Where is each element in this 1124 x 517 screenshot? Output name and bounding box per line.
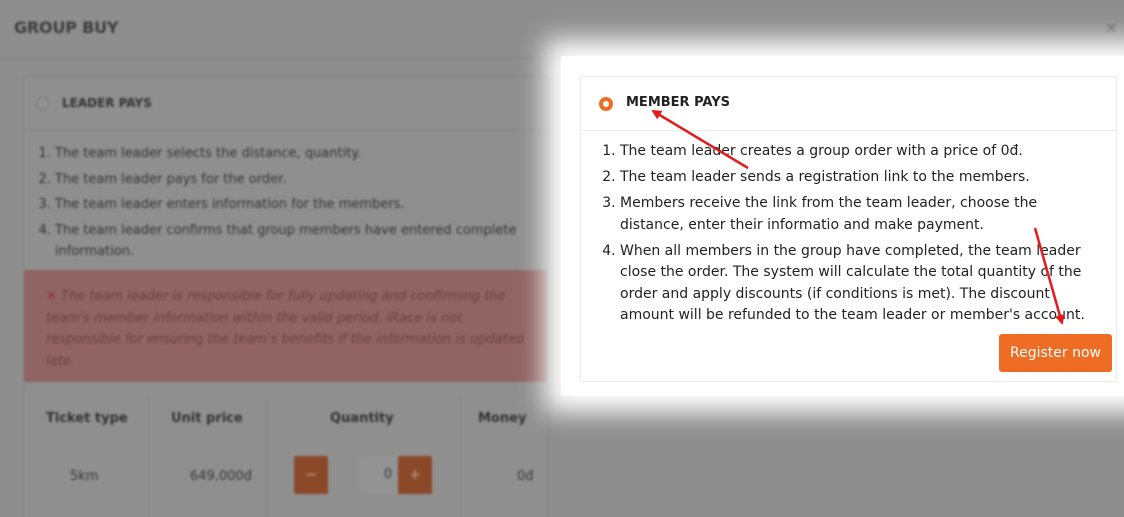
- column-divider: [460, 399, 461, 517]
- warning-box: ✕ The team leader is responsible for full…: [24, 270, 547, 382]
- list-item: The team leader creates a group order wi…: [620, 141, 1087, 163]
- leader-pays-header[interactable]: LEADER PAYS: [24, 77, 547, 131]
- close-icon[interactable]: ×: [1105, 18, 1118, 37]
- header-money: Money: [478, 411, 527, 426]
- quantity-minus-button[interactable]: −: [294, 456, 328, 494]
- register-now-button[interactable]: Register now: [999, 334, 1112, 372]
- member-pays-header[interactable]: MEMBER PAYS: [581, 77, 1116, 131]
- list-item: The team leader confirms that group memb…: [55, 220, 540, 263]
- list-item: The team leader sends a registration lin…: [620, 167, 1087, 189]
- cell-money: 0đ: [517, 469, 534, 484]
- leader-pays-steps: The team leader selects the distance, qu…: [40, 143, 540, 267]
- leader-pays-label: LEADER PAYS: [62, 96, 152, 110]
- list-item: The team leader pays for the order.: [55, 169, 540, 191]
- ticket-table-header: Ticket type Unit price Quantity Money: [24, 399, 547, 439]
- column-divider: [148, 399, 149, 517]
- list-item: The team leader selects the distance, qu…: [55, 143, 540, 165]
- cell-ticket-type: 5km: [70, 469, 99, 484]
- modal-title: GROUP BUY: [14, 18, 119, 37]
- list-item: When all members in the group have compl…: [620, 241, 1087, 327]
- list-item: Members receive the link from the team l…: [620, 193, 1087, 236]
- quantity-plus-button[interactable]: +: [398, 456, 432, 494]
- leader-pays-radio[interactable]: [36, 97, 49, 110]
- warning-text: The team leader is responsible for fully…: [46, 289, 525, 369]
- header-ticket-type: Ticket type: [46, 411, 128, 426]
- member-pays-label: MEMBER PAYS: [626, 95, 731, 110]
- member-pays-card: MEMBER PAYS The team leader creates a gr…: [580, 76, 1117, 382]
- member-pays-radio[interactable]: [599, 97, 613, 111]
- header-unit-price: Unit price: [171, 411, 243, 426]
- cell-unit-price: 649,000đ: [190, 469, 253, 484]
- list-item: The team leader enters information for t…: [55, 194, 540, 216]
- leader-pays-card: LEADER PAYS The team leader selects the …: [23, 76, 548, 517]
- header-quantity: Quantity: [330, 411, 394, 426]
- member-pays-steps: The team leader creates a group order wi…: [597, 141, 1087, 331]
- column-divider: [266, 399, 267, 517]
- close-x-icon: ✕: [46, 289, 57, 304]
